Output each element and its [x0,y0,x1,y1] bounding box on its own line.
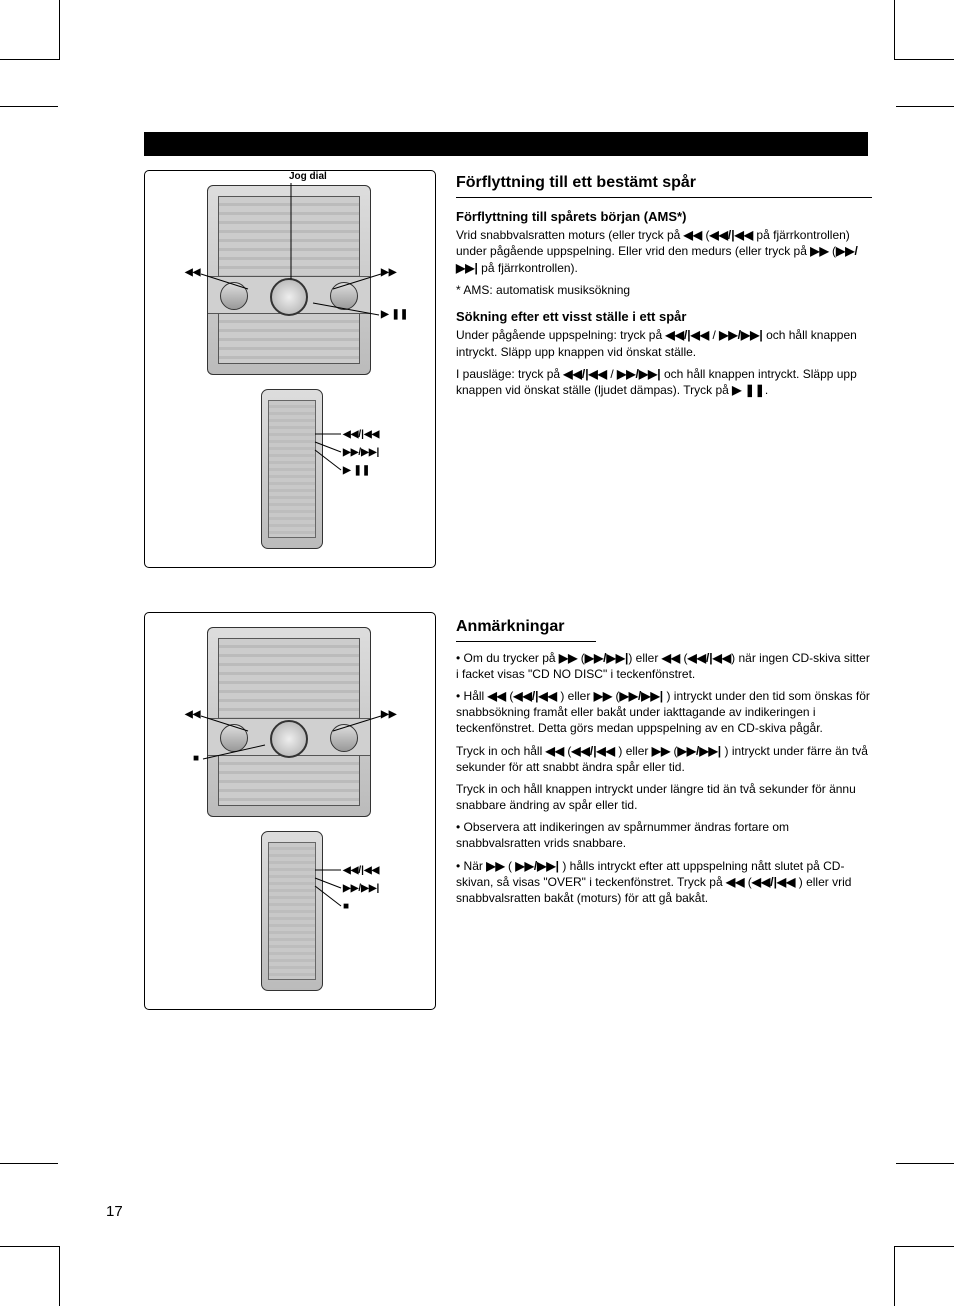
play-pause-icon: ▶ ❚❚ [732,383,765,397]
label-rew-icon: ◀◀ [185,267,200,278]
note-1: • Om du trycker på ▶▶ (▶▶/▶▶|) eller ◀◀ … [456,650,872,682]
label-jog-dial: Jog dial [289,171,327,182]
rew-icon: ◀◀ [684,228,702,242]
stereo-illustration-2 [207,627,371,817]
text: • Om du trycker på [456,651,556,665]
note-6: • När ▶▶ ( ▶▶/▶▶| ) hålls intryckt efter… [456,858,872,907]
ff-icon: ▶▶ [486,859,504,873]
text: • Håll [456,689,484,703]
crop-mark-top-right [894,0,954,60]
rew-prev-icon: ◀◀/|◀◀ [563,367,607,381]
crop-mark-bottom-left [0,1246,60,1306]
text: Vrid snabbvalsratten moturs (eller tryck… [456,228,680,242]
section-1-body-b1: Under pågående uppspelning: tryck på ◀◀/… [456,327,872,359]
rule-top-right [896,106,954,107]
rule-bottom-left [0,1163,58,1164]
text: I pausläge: tryck på [456,367,560,381]
label-stop-icon: ■ [193,753,199,764]
section-1-title: Förflyttning till ett bestämt spår [456,172,872,198]
rew-prev-icon: ◀◀/|◀◀ [513,689,557,703]
text: ( [508,859,512,873]
rew-prev-icon: ◀◀/|◀◀ [666,328,710,342]
section-1-body-a: Vrid snabbvalsratten moturs (eller tryck… [456,227,872,276]
text: eller [636,651,659,665]
rew-icon: ◀◀ [546,744,564,758]
remote-illustration-2 [261,831,323,991]
text: ) eller [618,744,648,758]
rew-icon: ◀◀ [726,875,744,889]
note-5: • Observera att indikeringen av spårnumm… [456,819,872,851]
ff-icon: ▶▶ [652,744,670,758]
text: Under pågående uppspelning: tryck på [456,328,662,342]
note-2: • Håll ◀◀ (◀◀/|◀◀ ) eller ▶▶ (▶▶/▶▶| ) i… [456,688,872,737]
section-1-sub-b: Sökning efter ett visst ställe i ett spå… [456,308,872,326]
rew-prev-icon: ◀◀/|◀◀ [688,651,732,665]
section-header-bar [144,132,868,156]
label-ff-icon: ▶▶ [381,267,396,278]
ff-next-icon: ▶▶/▶▶| [585,651,629,665]
section-1: Förflyttning till ett bestämt spår Förfl… [456,172,872,404]
label-play-pause-icon: ▶ ❚❚ [381,309,408,320]
rew-icon: ◀◀ [488,689,506,703]
label-remote-ff-next-2: ▶▶/▶▶| [343,883,379,894]
ff-icon: ▶▶ [594,689,612,703]
stereo-illustration [207,185,371,375]
figure-1: Jog dial ◀◀ ▶▶ ▶ ❚❚ ◀◀/|◀◀ ▶▶/▶▶| ▶ ❚❚ [144,170,436,568]
section-2-title: Anmärkningar [456,616,596,642]
ff-next-icon: ▶▶/▶▶| [719,328,763,342]
note-3: Tryck in och håll ◀◀ (◀◀/|◀◀ ) eller ▶▶ … [456,743,872,775]
rew-prev-icon: ◀◀/|◀◀ [752,875,796,889]
remote-illustration [261,389,323,549]
rule-bottom-right [896,1163,954,1164]
figure-2: ◀◀ ▶▶ ■ ◀◀/|◀◀ ▶▶/▶▶| ■ [144,612,436,1010]
crop-mark-top-left [0,0,60,60]
ff-icon: ▶▶ [559,651,577,665]
label-remote-play-pause: ▶ ❚❚ [343,465,370,476]
text: • När [456,859,483,873]
ff-next-icon: ▶▶/▶▶| [678,744,722,758]
text: på fjärrkontrollen). [481,261,578,275]
label-remote-rew-prev: ◀◀/|◀◀ [343,429,379,440]
text: Tryck in och håll [456,744,542,758]
label-rew-icon-2: ◀◀ [185,709,200,720]
label-remote-rew-prev-2: ◀◀/|◀◀ [343,865,379,876]
page-number: 17 [106,1203,123,1220]
label-ff-icon-2: ▶▶ [381,709,396,720]
label-remote-ff-next: ▶▶/▶▶| [343,447,379,458]
crop-mark-bottom-right [894,1246,954,1306]
text: ) eller [560,689,590,703]
ff-icon: ▶▶ [810,244,828,258]
section-1-sub-a: Förflyttning till spårets början (AMS*) [456,208,872,226]
section-1-body-b2: I pausläge: tryck på ◀◀/|◀◀ / ▶▶/▶▶| och… [456,366,872,398]
section-1-footnote: * AMS: automatisk musiksökning [456,282,872,298]
rule-top-left [0,106,58,107]
note-4: Tryck in och håll knappen intryckt under… [456,781,872,813]
label-remote-stop-2: ■ [343,901,349,912]
text: Eller vrid den medurs (eller tryck på [618,244,807,258]
rew-icon: ◀◀ [662,651,680,665]
rew-prev-icon: ◀◀/|◀◀ [709,228,753,242]
ff-next-icon: ▶▶/▶▶| [617,367,661,381]
section-2: Anmärkningar • Om du trycker på ▶▶ (▶▶/▶… [456,616,872,912]
rew-prev-icon: ◀◀/|◀◀ [571,744,615,758]
ff-next-icon: ▶▶/▶▶| [620,689,664,703]
ff-next-icon: ▶▶/▶▶| [515,859,559,873]
